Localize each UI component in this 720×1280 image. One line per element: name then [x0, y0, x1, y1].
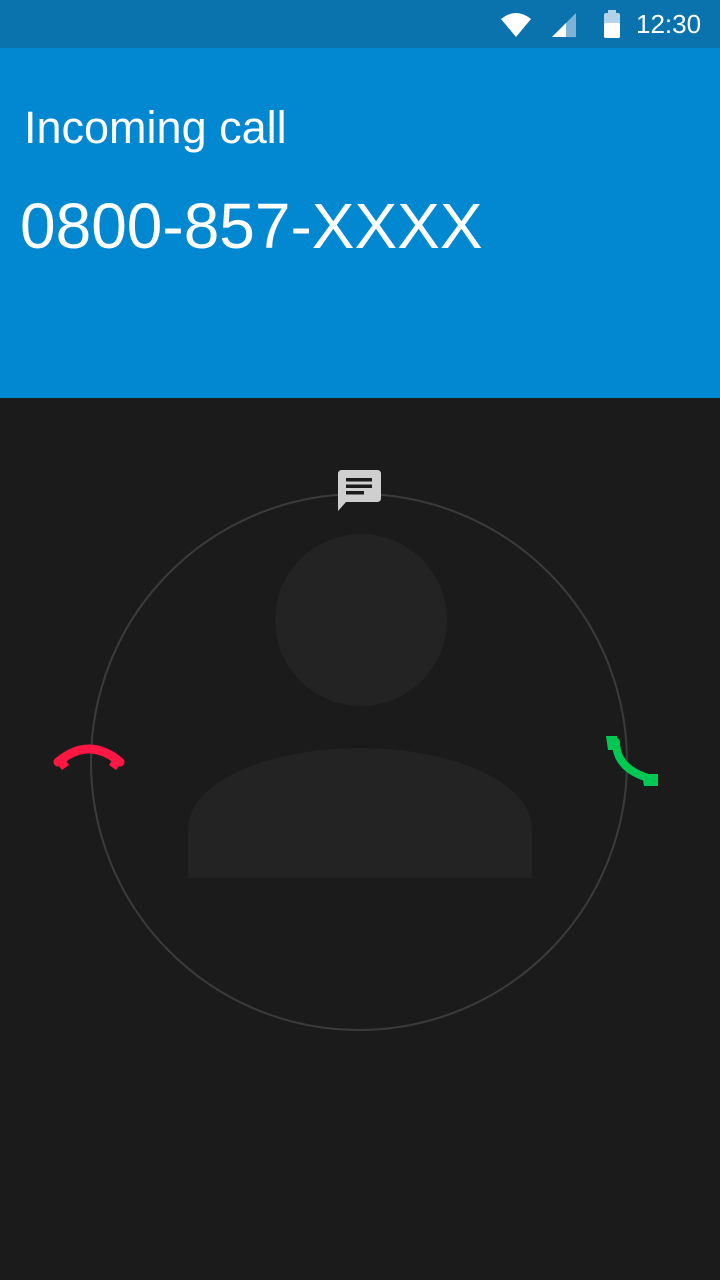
signal-icon: [550, 12, 578, 38]
caller-number: 0800-857-XXXX: [20, 190, 483, 262]
answer-call-icon[interactable]: [602, 734, 660, 792]
call-state-label: Incoming call: [24, 102, 287, 153]
glow-pad: [0, 398, 720, 1280]
status-bar: 12:30: [0, 0, 720, 48]
incoming-call-screen: 12:30 Incoming call 0800-857-XXXX: [0, 0, 720, 1280]
status-time: 12:30: [636, 9, 702, 39]
battery-icon: [603, 10, 621, 38]
glow-pad-ring[interactable]: [90, 493, 628, 1031]
message-icon[interactable]: [334, 468, 384, 516]
decline-call-icon[interactable]: [52, 742, 126, 778]
wifi-icon: [500, 12, 532, 38]
call-header: Incoming call 0800-857-XXXX: [0, 48, 720, 398]
